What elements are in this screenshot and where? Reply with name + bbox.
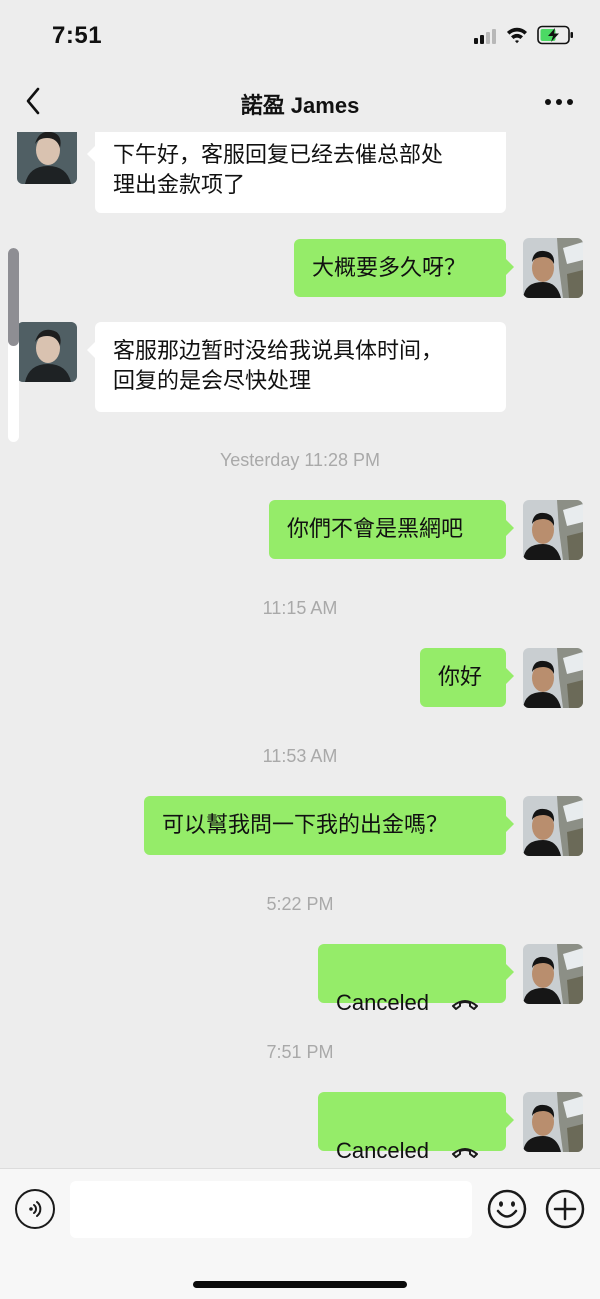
- emoji-icon[interactable]: [487, 1189, 527, 1229]
- call-record-bubble[interactable]: Canceled: [318, 1092, 514, 1163]
- status-time: 7:51: [52, 22, 103, 49]
- battery-charging-icon: [537, 25, 573, 45]
- more-dot-icon: [545, 99, 551, 105]
- my-avatar[interactable]: [523, 1092, 583, 1152]
- message-bubble-outgoing[interactable]: 你們不會是黑網吧: [269, 500, 514, 559]
- my-avatar[interactable]: [523, 500, 583, 560]
- my-avatar[interactable]: [523, 648, 583, 708]
- scroll-indicator[interactable]: [8, 248, 19, 442]
- more-options-button[interactable]: [542, 96, 576, 108]
- plus-icon[interactable]: [545, 1189, 585, 1229]
- message-bubble-outgoing[interactable]: 大概要多久呀？: [294, 239, 514, 297]
- my-avatar[interactable]: [523, 238, 583, 298]
- my-avatar[interactable]: [523, 944, 583, 1004]
- call-status-label: Canceled: [336, 1138, 429, 1163]
- call-record-bubble[interactable]: Canceled: [318, 944, 514, 1015]
- wifi-icon: [507, 27, 527, 44]
- scroll-thumb[interactable]: [8, 248, 19, 346]
- timestamp: 11:53 AM: [262, 746, 338, 766]
- more-dot-icon: [556, 99, 562, 105]
- message-bubble-outgoing[interactable]: 可以幫我問一下我的出金嗎？: [144, 796, 514, 855]
- phone-hangup-icon: [451, 1148, 478, 1159]
- chat-message-list[interactable]: 下午好，客服回复已经去催总部处 理出金款项了 大概要多久呀？ 客服那边暂时没给我…: [0, 132, 600, 1168]
- message-input[interactable]: [70, 1181, 472, 1238]
- chat-title: 諾盈 James: [240, 93, 360, 118]
- timestamp: 5:22 PM: [266, 894, 334, 914]
- status-bar: 7:51: [0, 0, 600, 70]
- timestamp: 7:51 PM: [266, 1042, 334, 1062]
- voice-icon: [29, 1201, 42, 1217]
- message-bubble-outgoing[interactable]: 你好: [420, 648, 514, 707]
- phone-hangup-icon: [451, 1000, 478, 1011]
- my-avatar[interactable]: [523, 796, 583, 856]
- contact-avatar[interactable]: [17, 322, 77, 382]
- contact-avatar[interactable]: [17, 132, 77, 184]
- more-dot-icon: [567, 99, 573, 105]
- message-bubble-incoming[interactable]: 客服那边暂时没给我说具体时间， 回复的是会尽快处理: [87, 322, 506, 412]
- cellular-signal-icon: [474, 28, 500, 44]
- home-indicator[interactable]: [193, 1281, 407, 1288]
- call-status-label: Canceled: [336, 990, 429, 1015]
- timestamp: Yesterday 11:28 PM: [219, 450, 381, 470]
- nav-bar: 諾盈 James: [0, 70, 600, 132]
- input-bar: [0, 1168, 600, 1299]
- voice-input-button[interactable]: [15, 1189, 55, 1229]
- timestamp: 11:15 AM: [262, 598, 338, 618]
- message-bubble-incoming[interactable]: 下午好，客服回复已经去催总部处 理出金款项了: [87, 132, 506, 213]
